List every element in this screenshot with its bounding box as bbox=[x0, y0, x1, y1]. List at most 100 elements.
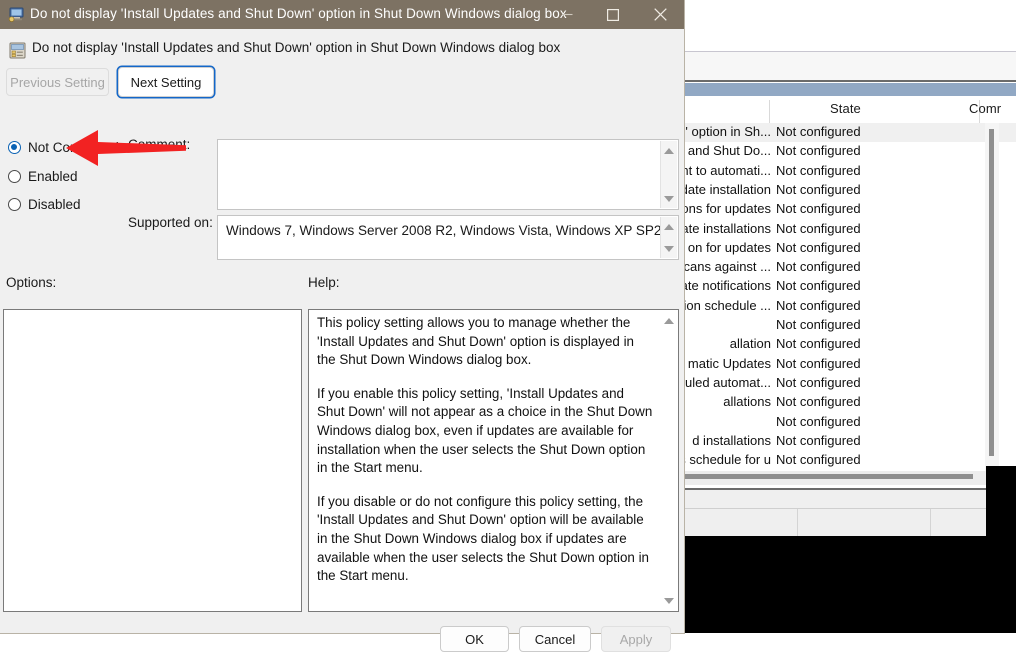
table-row[interactable]: ate notificationsNot configuredN bbox=[684, 277, 1016, 296]
column-header-comment[interactable]: Comr bbox=[969, 101, 1001, 116]
cell-policy-name: ate notifications bbox=[684, 278, 771, 293]
policy-list-column-header: State Comr bbox=[684, 96, 1016, 124]
table-row[interactable]: ause scans against ...Not configuredN bbox=[684, 258, 1016, 277]
cell-state: Not configured bbox=[776, 336, 861, 351]
policy-setting-dialog: Do not display 'Install Updates and Shut… bbox=[0, 0, 684, 633]
cell-policy-name: d installations bbox=[692, 433, 771, 448]
cell-state: Not configured bbox=[776, 394, 861, 409]
table-row[interactable]: ons schedule for uNot configuredN bbox=[684, 451, 1016, 470]
comment-label: Comment: bbox=[128, 137, 190, 152]
table-row[interactable]: matic UpdatesNot configuredN bbox=[684, 355, 1016, 374]
dialog-header-title: Do not display 'Install Updates and Shut… bbox=[32, 40, 560, 55]
supported-on-scrollbar[interactable] bbox=[660, 217, 677, 258]
table-row[interactable]: ement to automati...Not configuredN bbox=[684, 162, 1016, 181]
options-label: Options: bbox=[6, 275, 56, 290]
cell-state: Not configured bbox=[776, 182, 861, 197]
cell-state: Not configured bbox=[776, 356, 861, 371]
cell-state: Not configured bbox=[776, 124, 861, 139]
table-row[interactable]: pdate installationNot configuredN bbox=[684, 181, 1016, 200]
help-paragraph: This policy setting allows you to manage… bbox=[317, 314, 654, 370]
cell-policy-name: pdate installation bbox=[684, 182, 771, 197]
cell-policy-name: late installations bbox=[684, 221, 771, 236]
dialog-titlebar[interactable]: Do not display 'Install Updates and Shut… bbox=[0, 0, 684, 29]
dialog-maximize-button[interactable] bbox=[590, 0, 635, 29]
scroll-up-icon[interactable] bbox=[661, 143, 677, 158]
policy-setting-header-icon bbox=[9, 42, 26, 59]
scroll-down-icon[interactable] bbox=[661, 593, 677, 608]
dialog-close-button[interactable] bbox=[636, 0, 684, 29]
cell-state: Not configured bbox=[776, 143, 861, 158]
table-row[interactable]: late installationsNot configuredN bbox=[684, 220, 1016, 239]
policy-settings-list[interactable]: State Comr Down' option in Sh... Not conf… bbox=[684, 96, 1016, 471]
table-row[interactable]: scheduled automat...Not configuredN bbox=[684, 374, 1016, 393]
cell-state: Not configured bbox=[776, 278, 861, 293]
status-cell-1 bbox=[684, 509, 798, 537]
table-row[interactable]: Not configuredN bbox=[684, 413, 1016, 432]
table-row[interactable]: ions for updatesNot configuredN bbox=[684, 200, 1016, 219]
radio-disabled[interactable]: Disabled bbox=[8, 197, 81, 212]
dialog-title: Do not display 'Install Updates and Shut… bbox=[30, 6, 567, 21]
cell-state: Not configured bbox=[776, 163, 861, 178]
radio-not-configured-label: Not Configured bbox=[28, 140, 119, 155]
table-row[interactable]: Not configuredN bbox=[684, 316, 1016, 335]
bg-status-bar bbox=[684, 508, 1016, 537]
cancel-button[interactable]: Cancel bbox=[519, 626, 591, 652]
scroll-up-icon[interactable] bbox=[661, 219, 677, 234]
bg-toolbar bbox=[684, 52, 1016, 81]
cell-state: Not configured bbox=[776, 240, 861, 255]
desktop-backdrop bbox=[684, 536, 1016, 633]
dialog-minimize-button[interactable] bbox=[545, 0, 590, 29]
table-row[interactable]: on for updatesNot configuredN bbox=[684, 239, 1016, 258]
options-panel[interactable] bbox=[3, 309, 302, 612]
cell-state: Not configured bbox=[776, 433, 861, 448]
column-header-state[interactable]: State bbox=[830, 101, 861, 116]
scroll-down-icon[interactable] bbox=[661, 241, 677, 256]
cell-policy-name: scheduled automat... bbox=[684, 375, 771, 390]
bg-tab-strip-area bbox=[684, 490, 1016, 508]
table-row[interactable]: Down' option in Sh...Not configuredN bbox=[684, 123, 1016, 142]
table-row[interactable]: allationsNot configuredN bbox=[684, 393, 1016, 412]
table-row[interactable]: d installationsNot configuredN bbox=[684, 432, 1016, 451]
radio-enabled-indicator[interactable] bbox=[8, 170, 21, 183]
cell-policy-name: ement to automati... bbox=[684, 163, 771, 178]
cell-state: Not configured bbox=[776, 317, 861, 332]
status-cell-2 bbox=[797, 509, 931, 537]
radio-not-configured[interactable]: Not Configured bbox=[8, 140, 119, 155]
radio-enabled[interactable]: Enabled bbox=[8, 169, 78, 184]
bg-list-vertical-scroll-thumb[interactable] bbox=[989, 129, 994, 456]
cell-state: Not configured bbox=[776, 298, 861, 313]
cell-policy-name: ions for updates bbox=[684, 201, 771, 216]
cell-policy-name: allation bbox=[730, 336, 771, 351]
scroll-down-icon[interactable] bbox=[661, 191, 677, 206]
bg-list-horizontal-scroll-thumb[interactable] bbox=[684, 474, 973, 479]
cell-policy-name: Down' option in Sh... bbox=[684, 124, 771, 139]
cell-state: Not configured bbox=[776, 375, 861, 390]
comment-input[interactable] bbox=[217, 139, 679, 210]
cell-state: Not configured bbox=[776, 221, 861, 236]
next-setting-button[interactable]: Next Setting bbox=[118, 67, 214, 97]
radio-disabled-indicator[interactable] bbox=[8, 198, 21, 211]
previous-setting-button[interactable]: Previous Setting bbox=[6, 68, 109, 96]
dialog-body: Do not display 'Install Updates and Shut… bbox=[0, 29, 684, 633]
cell-policy-name: pdates and Shut Do... bbox=[684, 143, 771, 158]
cell-policy-name: matic Updates bbox=[688, 356, 771, 371]
column-divider bbox=[769, 100, 770, 123]
radio-disabled-label: Disabled bbox=[28, 197, 81, 212]
comment-scrollbar[interactable] bbox=[660, 141, 677, 208]
cell-policy-name: tification schedule ... bbox=[684, 298, 771, 313]
bg-toolbar-divider bbox=[684, 80, 1016, 82]
ok-button[interactable]: OK bbox=[440, 626, 509, 652]
help-scrollbar[interactable] bbox=[661, 311, 677, 610]
radio-not-configured-indicator[interactable] bbox=[8, 141, 21, 154]
scroll-up-icon[interactable] bbox=[661, 313, 677, 328]
help-label: Help: bbox=[308, 275, 340, 290]
help-paragraph: If you enable this policy setting, 'Inst… bbox=[317, 385, 654, 478]
supported-on-field: Windows 7, Windows Server 2008 R2, Windo… bbox=[217, 215, 679, 260]
table-row[interactable]: allationNot configuredN bbox=[684, 335, 1016, 354]
table-row[interactable]: tification schedule ...Not configuredN bbox=[684, 297, 1016, 316]
help-paragraph: If you disable or do not configure this … bbox=[317, 493, 654, 586]
cell-policy-name: ause scans against ... bbox=[684, 259, 771, 274]
supported-on-value: Windows 7, Windows Server 2008 R2, Windo… bbox=[226, 223, 661, 238]
help-panel: This policy setting allows you to manage… bbox=[308, 309, 679, 612]
table-row[interactable]: pdates and Shut Do...Not configuredN bbox=[684, 142, 1016, 161]
